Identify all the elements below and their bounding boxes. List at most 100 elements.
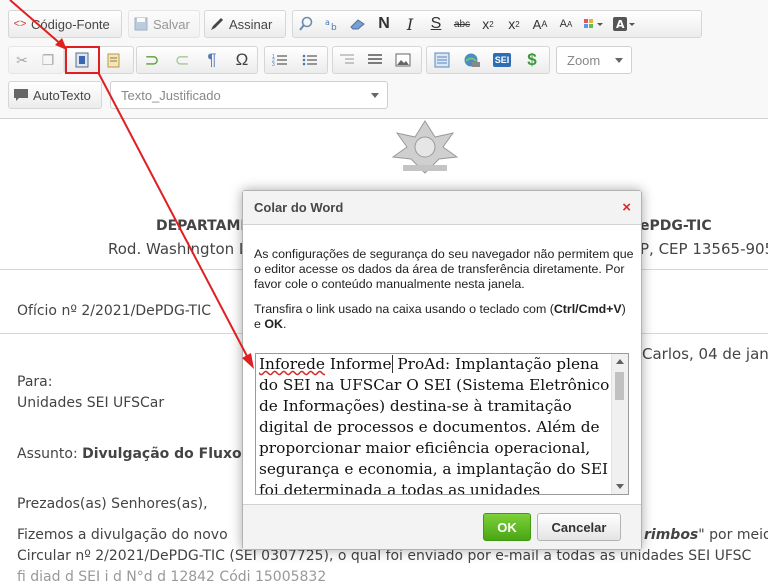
underline-icon[interactable]: S — [423, 11, 449, 37]
save-button[interactable]: Salvar — [128, 10, 200, 38]
body-line-1-emphasis: rimbos — [644, 527, 699, 543]
sign-button-label: Assinar — [229, 16, 273, 32]
find-icon[interactable] — [293, 11, 319, 37]
paste-from-word-icon[interactable] — [65, 47, 99, 73]
body-line-2: Circular nº 2/2021/DePDG-TIC (SEI 030772… — [17, 548, 752, 564]
department-name-right: ePDG-TIC — [640, 218, 712, 234]
autotext-button[interactable]: AutoTexto — [8, 81, 102, 109]
office-reference: Ofício nº 2/2021/DePDG-TIC — [17, 303, 212, 319]
source-code-icon: <> — [13, 18, 27, 30]
dialog-title-bar[interactable]: Colar do Word × — [243, 191, 641, 225]
ok-text: OK — [264, 317, 283, 331]
superscript-icon[interactable]: x2 — [501, 11, 527, 37]
sign-button[interactable]: Assinar — [204, 10, 286, 38]
bulleted-list-icon[interactable] — [295, 47, 325, 73]
font-size-increase-icon[interactable]: AA — [527, 11, 553, 37]
pasted-word-misspelled: Inforede — [259, 355, 325, 373]
recipient-label: Para: — [17, 374, 53, 390]
form-icon[interactable] — [427, 47, 457, 73]
strikethrough-icon[interactable]: abc — [449, 11, 475, 37]
svg-text:b: b — [331, 23, 337, 32]
editor-toolbar: <> Código-Fonte Salvar Assinar ab N I S … — [0, 0, 768, 119]
subject-label: Assunto: — [17, 446, 78, 462]
chevron-down-icon — [371, 93, 379, 98]
eraser-icon[interactable] — [345, 11, 371, 37]
paste-textarea[interactable]: Inforede Informe ProAd: Implantação plen… — [255, 353, 629, 495]
source-button[interactable]: <> Código-Fonte — [8, 10, 122, 38]
svg-text:a: a — [325, 18, 330, 27]
subject-text: Divulgação do Fluxo do — [82, 446, 267, 462]
scrollbar-thumb[interactable] — [615, 372, 624, 400]
recipient-name: Unidades SEI UFSCar — [17, 395, 165, 411]
dialog-title: Colar do Word — [254, 200, 344, 215]
svg-text:3: 3 — [272, 62, 275, 67]
address-right: P, CEP 13565-905 — [640, 240, 768, 258]
paste-text-icon[interactable] — [99, 47, 129, 73]
replace-icon[interactable]: ab — [319, 11, 345, 37]
sei-link-icon[interactable]: SEI — [487, 47, 517, 73]
paragraph-style-value: Texto_Justificado — [121, 87, 221, 103]
format-toolbar-group: ab N I S abc x2 x2 AA AA A — [292, 10, 702, 38]
text-color-icon[interactable]: A — [609, 11, 639, 37]
date-line: Carlos, 04 de jane — [642, 345, 768, 363]
body-line-1-end: rimbos" por meio — [644, 527, 768, 543]
close-icon[interactable]: × — [622, 199, 631, 216]
outdent-icon[interactable] — [333, 47, 361, 73]
chevron-down-icon — [615, 58, 623, 63]
header-divider — [300, 183, 560, 187]
redo-icon[interactable]: ⊂ — [167, 47, 197, 73]
cancel-button[interactable]: Cancelar — [537, 513, 621, 541]
paragraph-icon[interactable]: ¶ — [197, 47, 227, 73]
font-size-decrease-icon[interactable]: AA — [553, 11, 579, 37]
undo-icon[interactable]: ⊃ — [137, 47, 167, 73]
subscript-icon[interactable]: x2 — [475, 11, 501, 37]
sei-link-label: SEI — [492, 53, 512, 67]
insert-group: SEI $ — [426, 46, 550, 74]
shortcut-text: Ctrl/Cmd+V — [553, 302, 622, 316]
cut-icon[interactable]: ✂ — [9, 47, 35, 73]
list-group: 123 — [264, 46, 328, 74]
copy-icon[interactable]: ❐ — [35, 47, 61, 73]
zoom-select[interactable]: Zoom — [556, 46, 632, 74]
speech-bubble-icon — [9, 82, 33, 108]
clipboard-group: ✂ ❐ — [8, 46, 64, 74]
subject-line: Assunto: Divulgação do Fluxo do — [17, 446, 266, 462]
pasted-text-body: ProAd: Implantação plena do SEI na UFSCa… — [259, 355, 610, 495]
dialog-footer: OK Cancelar — [243, 504, 641, 549]
scroll-up-arrow-icon[interactable] — [616, 359, 624, 364]
svg-text:A: A — [616, 18, 625, 31]
pasted-word-boxed: Informe — [329, 355, 393, 373]
table-color-icon[interactable] — [579, 11, 609, 37]
body-line-1-tail: " por meio — [698, 527, 768, 543]
paste-from-word-dialog: Colar do Word × As configurações de segu… — [242, 190, 642, 550]
paragraph-style-select[interactable]: Texto_Justificado — [110, 81, 388, 109]
dialog-instructions: As configurações de segurança do seu nav… — [254, 247, 634, 342]
department-name-left: DEPARTAME — [156, 218, 250, 234]
scroll-down-arrow-icon[interactable] — [616, 484, 624, 489]
greeting: Prezados(as) Senhores(as), — [17, 496, 208, 512]
image-icon[interactable] — [389, 47, 417, 73]
autotext-button-label: AutoTexto — [33, 87, 91, 103]
special-character-icon[interactable]: Ω — [227, 47, 257, 73]
pen-icon — [205, 11, 229, 37]
paste-group — [64, 46, 134, 74]
dollar-icon[interactable]: $ — [517, 47, 547, 73]
body-line-3: fi diad d SEI i d N°d d 12842 Códi 15005… — [17, 569, 327, 585]
address-left: Rod. Washington Lu — [108, 240, 257, 258]
save-icon — [129, 11, 153, 37]
save-button-label: Salvar — [153, 16, 190, 32]
dialog-security-message: As configurações de segurança do seu nav… — [254, 247, 634, 291]
pasted-content: Inforede Informe ProAd: Implantação plen… — [259, 354, 613, 495]
history-group: ⊃ ⊂ ¶ Ω — [136, 46, 258, 74]
source-button-label: Código-Fonte — [31, 16, 110, 32]
ok-button[interactable]: OK — [483, 513, 531, 541]
bold-icon[interactable]: N — [371, 11, 397, 37]
zoom-select-label: Zoom — [567, 52, 601, 68]
link-globe-icon[interactable] — [457, 47, 487, 73]
vertical-scrollbar[interactable] — [611, 354, 628, 494]
italic-icon[interactable]: I — [397, 11, 423, 37]
coat-of-arms-logo — [383, 119, 467, 175]
indent-icon[interactable] — [361, 47, 389, 73]
dialog-paste-instruction: Transfira o link usado na caixa usando o… — [254, 302, 626, 331]
numbered-list-icon[interactable]: 123 — [265, 47, 295, 73]
